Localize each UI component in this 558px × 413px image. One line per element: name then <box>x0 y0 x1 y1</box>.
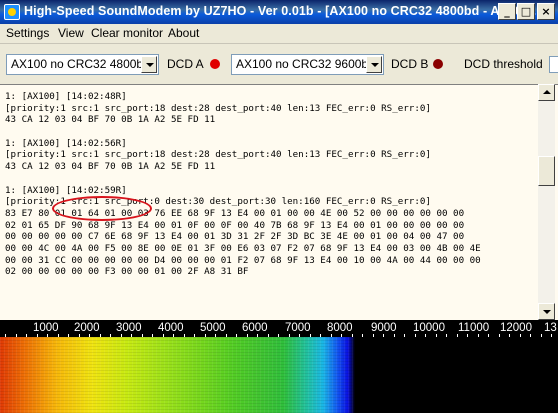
waterfall-spectrum <box>0 337 355 413</box>
frequency-label: 7000 <box>285 322 311 334</box>
frequency-label: 4000 <box>158 322 184 334</box>
monitor-line: 1: [AX100] [14:02:48R] <box>5 91 127 102</box>
frequency-label: 1000 <box>33 322 59 334</box>
monitor-line: 02 01 65 DF 90 68 9F 13 E4 00 01 0F 00 0… <box>5 219 465 231</box>
scroll-up-icon[interactable] <box>538 84 555 101</box>
frequency-label: 13 <box>544 322 557 334</box>
modem-b-select[interactable]: AX100 no CRC32 9600bd <box>231 54 384 75</box>
monitor-line <box>5 126 535 138</box>
monitor-line: 1: [AX100] [14:02:56R] <box>5 137 127 149</box>
dcd-b-label: DCD B <box>391 57 429 71</box>
frequency-label: 11000 <box>458 322 490 334</box>
monitor-text: 1: [AX100] [14:02:48R] [priority:1 src:1 … <box>5 91 535 278</box>
frequency-label: 3000 <box>116 322 142 334</box>
frequency-label: 6000 <box>242 322 268 334</box>
frequency-label: 10000 <box>413 322 445 334</box>
maximize-button[interactable]: □ <box>517 3 535 20</box>
close-button[interactable]: × <box>537 3 555 20</box>
modem-b-value: AX100 no CRC32 9600bd <box>236 57 375 71</box>
frequency-ruler: 1000 2000 3000 4000 5000 6000 7000 8000 9000 1000… <box>0 320 558 337</box>
frequency-label: 2000 <box>74 322 100 334</box>
frequency-label: 5000 <box>200 322 226 334</box>
monitor-line: 00 00 4C 00 4A 00 F5 00 8E 00 0E 01 3F 0… <box>5 242 481 254</box>
monitor-line: 1: [AX100] [14:02:59R] <box>5 184 127 196</box>
dcd-threshold-label: DCD threshold <box>464 57 543 71</box>
monitor-scrollbar[interactable] <box>538 84 555 320</box>
menu-settings[interactable]: Settings <box>6 26 49 40</box>
waterfall-display[interactable] <box>0 337 558 413</box>
soundmodem-window: High-Speed SoundModem by UZ7HO - Ver 0.0… <box>0 0 558 413</box>
app-logo-icon <box>4 4 20 20</box>
window-title: High-Speed SoundModem by UZ7HO - Ver 0.0… <box>24 4 544 18</box>
menu-clear-monitor[interactable]: Clear monitor <box>91 26 163 40</box>
monitor-line <box>5 173 535 185</box>
menu-about[interactable]: About <box>168 26 199 40</box>
toolbar: AX100 no CRC32 4800bd DCD A AX100 no CRC… <box>0 43 558 84</box>
title-bar[interactable]: High-Speed SoundModem by UZ7HO - Ver 0.0… <box>0 0 558 24</box>
menu-bar: Settings View Clear monitor About <box>0 24 558 43</box>
frequency-label: 9000 <box>371 322 397 334</box>
monitor-line: 43 CA 12 03 04 BF 70 0B 1A A2 5E FD 11 <box>5 161 216 173</box>
timestamp-highlight-circle <box>52 196 152 221</box>
dcd-b-indicator-icon <box>433 59 443 69</box>
dcd-threshold-control[interactable] <box>549 56 558 73</box>
modem-a-select[interactable]: AX100 no CRC32 4800bd <box>6 54 159 75</box>
chevron-down-icon[interactable] <box>366 56 382 73</box>
scroll-thumb[interactable] <box>538 156 555 186</box>
chevron-down-icon[interactable] <box>141 56 157 73</box>
monitor-line: 02 00 00 00 00 00 F3 00 00 01 00 2F A8 3… <box>5 266 249 278</box>
frequency-label: 8000 <box>327 322 353 334</box>
monitor-line: 43 CA 12 03 04 BF 70 0B 1A A2 5E FD 11 <box>5 114 216 126</box>
monitor-line: [priority:1 src:1 src_port:18 dest:28 de… <box>5 149 431 161</box>
modem-a-value: AX100 no CRC32 4800bd <box>11 57 150 71</box>
monitor-line: 00 00 00 00 00 C7 6E 68 9F 13 E4 00 01 3… <box>5 231 465 243</box>
scroll-down-icon[interactable] <box>538 303 555 320</box>
frequency-label: 12000 <box>500 322 532 334</box>
monitor-line: [priority:1 src:1 src_port:18 dest:28 de… <box>5 102 431 114</box>
monitor-line: 00 00 31 CC 00 00 00 00 00 D4 00 00 00 0… <box>5 254 481 266</box>
minimize-button[interactable]: _ <box>498 3 516 20</box>
dcd-a-label: DCD A <box>167 57 204 71</box>
menu-view[interactable]: View <box>58 26 84 40</box>
dcd-a-indicator-icon <box>210 59 220 69</box>
